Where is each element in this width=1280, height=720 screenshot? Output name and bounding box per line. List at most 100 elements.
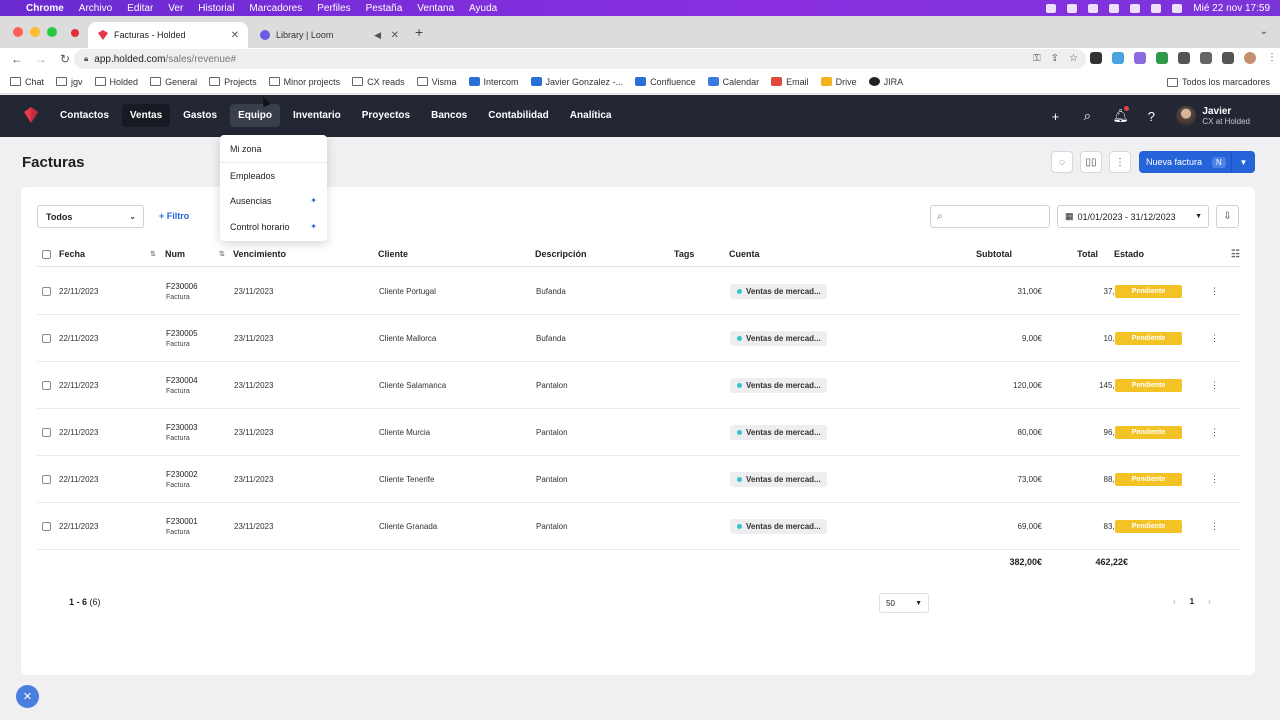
menu-pestana[interactable]: Pestaña	[366, 3, 403, 14]
status-badge[interactable]: Pendiente	[1115, 378, 1182, 392]
search-icon[interactable]: ⌕	[1080, 108, 1094, 124]
table-row[interactable]: 22/11/2023 F230001 Factura 23/11/2023 Client…	[37, 503, 1240, 550]
close-tab-icon[interactable]: ✕	[231, 30, 239, 41]
sort-icon[interactable]: ⇅	[150, 242, 156, 266]
bookmark-javier[interactable]: Javier Gonzalez -...	[530, 77, 623, 87]
status-badge[interactable]: Pendiente	[1115, 519, 1182, 533]
row-actions-icon[interactable]: ⋮	[1210, 456, 1219, 502]
url-input[interactable]: 🔒︎ app.holded.com/sales/revenue# ⚿ ⇪ ☆	[74, 49, 1086, 69]
cloud-download-icon[interactable]: ⇩	[1216, 205, 1239, 228]
col-descripcion[interactable]: Descripción	[535, 242, 587, 266]
page-number[interactable]: 1	[1190, 597, 1194, 606]
tab-search-icon[interactable]: ⌄	[1260, 26, 1268, 37]
bookmark-holded[interactable]: Holded	[94, 77, 138, 87]
bookmark-cx-reads[interactable]: CX reads	[352, 77, 405, 87]
select-all-checkbox[interactable]	[42, 242, 51, 266]
extension-icon[interactable]	[1112, 52, 1124, 64]
add-filter-button[interactable]: + Filtro	[159, 211, 189, 221]
avatar[interactable]	[1176, 106, 1197, 126]
tab-loom[interactable]: Library | Loom ◀ ✕	[250, 22, 408, 48]
search-field[interactable]: ⌕	[930, 205, 1050, 228]
prev-page-icon[interactable]: ‹	[1173, 597, 1176, 606]
download-icon[interactable]	[1200, 52, 1212, 64]
table-row[interactable]: 22/11/2023 F230006 Factura 23/11/2023 Client…	[37, 268, 1240, 315]
nav-analitica[interactable]: Analítica	[562, 104, 620, 127]
bookmark-confluence[interactable]: Confluence	[635, 77, 696, 87]
menu-ver[interactable]: Ver	[168, 3, 183, 14]
nav-equipo[interactable]: Equipo	[230, 104, 280, 127]
col-total[interactable]: Total	[1077, 242, 1098, 266]
table-row[interactable]: 22/11/2023 F230004 Factura 23/11/2023 Client…	[37, 362, 1240, 409]
row-checkbox[interactable]	[42, 409, 51, 455]
checkbox[interactable]	[42, 286, 51, 296]
status-badge[interactable]: Pendiente	[1115, 284, 1182, 298]
puzzle-icon[interactable]	[1178, 52, 1190, 64]
profile-avatar[interactable]	[1244, 52, 1256, 64]
menu-item-control-horario[interactable]: Control horario	[230, 222, 290, 232]
checkbox[interactable]	[42, 249, 51, 259]
minimize-window-button[interactable]	[30, 27, 40, 37]
nav-ventas[interactable]: Ventas	[121, 104, 171, 127]
checkbox[interactable]	[42, 427, 51, 437]
bookmark-jira[interactable]: JIRA	[868, 77, 903, 87]
columns-settings-icon[interactable]: ☷	[1231, 242, 1240, 266]
next-page-icon[interactable]: ›	[1208, 597, 1211, 606]
more-options-icon[interactable]: ⋮	[1109, 151, 1131, 173]
wifi-icon[interactable]	[1130, 3, 1141, 13]
extension-icon[interactable]	[1134, 52, 1146, 64]
bookmark-general[interactable]: General	[150, 77, 197, 87]
status-icon[interactable]	[1046, 3, 1057, 13]
nav-gastos[interactable]: Gastos	[175, 104, 225, 127]
row-checkbox[interactable]	[42, 362, 51, 408]
checkbox[interactable]	[42, 380, 51, 390]
bookmark-projects[interactable]: Projects	[209, 77, 257, 87]
checkbox[interactable]	[42, 474, 51, 484]
row-checkbox[interactable]	[42, 315, 51, 361]
clock[interactable]: Mié 22 nov 17:59	[1193, 3, 1270, 14]
col-estado[interactable]: Estado	[1114, 242, 1144, 266]
col-cliente[interactable]: Cliente	[378, 242, 408, 266]
lock-icon[interactable]: 🔒︎	[84, 54, 88, 64]
layout-icon[interactable]: ▯▯	[1080, 151, 1102, 173]
extension-icon[interactable]	[1156, 52, 1168, 64]
checkbox[interactable]	[42, 333, 51, 343]
menu-marcadores[interactable]: Marcadores	[249, 3, 302, 14]
col-subtotal[interactable]: Subtotal	[976, 242, 1012, 266]
sidepanel-icon[interactable]	[1222, 52, 1234, 64]
menu-ventana[interactable]: Ventana	[417, 3, 454, 14]
search-input[interactable]	[951, 209, 1046, 224]
menu-item-ausencias[interactable]: Ausencias	[230, 196, 272, 206]
status-icon[interactable]	[1067, 3, 1078, 13]
all-bookmarks[interactable]: Todos los marcadores	[1166, 77, 1270, 87]
menu-ayuda[interactable]: Ayuda	[469, 3, 497, 14]
key-icon[interactable]: ⚿	[1033, 53, 1041, 64]
row-checkbox[interactable]	[42, 456, 51, 502]
status-icon[interactable]	[1088, 3, 1099, 13]
checkbox[interactable]	[42, 521, 51, 531]
chrome-menu-icon[interactable]: ⋮	[1266, 52, 1278, 64]
nav-inventario[interactable]: Inventario	[285, 104, 349, 127]
menu-app[interactable]: Chrome	[26, 3, 64, 14]
bookmark-visma[interactable]: Visma	[416, 77, 457, 87]
bookmark-chat[interactable]: Chat	[10, 77, 44, 87]
status-badge[interactable]: Pendiente	[1115, 472, 1182, 486]
bookmark-email[interactable]: Email	[771, 77, 809, 87]
help-widget-button[interactable]: ✕	[16, 685, 39, 708]
search-icon[interactable]	[1172, 3, 1183, 13]
bell-icon[interactable]: 🔔︎	[1112, 106, 1130, 124]
status-badge[interactable]: Pendiente	[1115, 331, 1182, 345]
bookmark-calendar[interactable]: Calendar	[707, 77, 759, 87]
col-vencimiento[interactable]: Vencimiento	[233, 242, 286, 266]
menu-historial[interactable]: Historial	[198, 3, 234, 14]
row-actions-icon[interactable]: ⋮	[1210, 503, 1219, 549]
holded-logo-icon[interactable]	[22, 107, 40, 123]
extension-icon[interactable]	[1090, 52, 1102, 64]
tab-facturas[interactable]: Facturas - Holded ✕	[88, 22, 248, 48]
menu-item-empleados[interactable]: Empleados	[230, 171, 275, 181]
forward-icon[interactable]: →	[34, 52, 48, 66]
menu-perfiles[interactable]: Perfiles	[317, 3, 350, 14]
bookmark-intercom[interactable]: Intercom	[468, 77, 519, 87]
plus-icon[interactable]: +	[1048, 109, 1062, 124]
row-actions-icon[interactable]: ⋮	[1210, 362, 1219, 408]
bookmark-minor-projects[interactable]: Minor projects	[268, 77, 340, 87]
